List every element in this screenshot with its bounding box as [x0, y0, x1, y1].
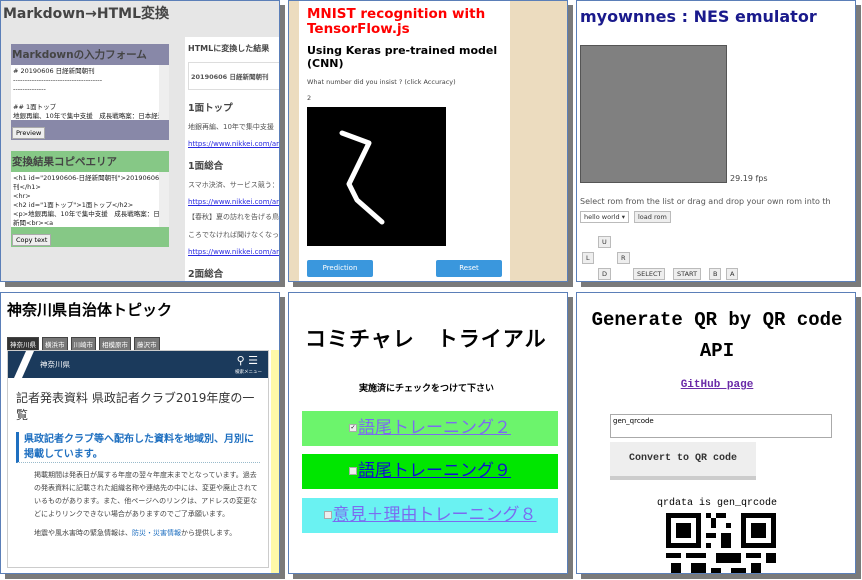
- nes-emulator-thumbnail[interactable]: myownnes : NES emulator 29.19 fps Select…: [576, 0, 856, 282]
- tab-fujisawa[interactable]: 藤沢市: [134, 337, 160, 351]
- load-rom-button[interactable]: load rom: [634, 211, 671, 223]
- municipality-tabs: 神奈川県 横浜市 川崎市 相模原市 藤沢市: [7, 337, 160, 351]
- embedded-page[interactable]: 神奈川県 ⚲ ☰ 検索メニュー 記者発表資料 県政記者クラブ2019年度の一覧 …: [7, 350, 269, 568]
- page-title: 神奈川県自治体トピック: [7, 301, 173, 319]
- page-title: Generate QR by QR code API: [591, 309, 843, 362]
- training-item: 意見＋理由トレーニング８: [302, 498, 558, 533]
- markdown-textarea[interactable]: # 20190606 日経新聞朝刊 ----------------------…: [11, 65, 169, 120]
- page-heading: 記者発表資料 県政記者クラブ2019年度の一覧: [16, 391, 255, 422]
- subtitle: Using Keras pre-trained model (CNN): [307, 44, 498, 70]
- site-name: 神奈川県: [40, 360, 70, 369]
- page-title: myownnes : NES emulator: [580, 7, 817, 26]
- b-button[interactable]: B: [709, 268, 722, 280]
- html-result-pane: HTMLに変換した結果 20190606 日経新聞朝刊 1面トップ 地銀再編、1…: [185, 37, 279, 281]
- handwritten-digit-icon: [339, 130, 385, 225]
- left-button[interactable]: L: [582, 252, 594, 264]
- section-heading: 1面トップ: [188, 103, 233, 114]
- qr-text-input[interactable]: gen_qrcode: [610, 414, 832, 438]
- tab-kawasaki[interactable]: 川崎市: [70, 337, 96, 351]
- article-text: ころでなければ聞けなくなったよう: [188, 231, 279, 239]
- answer-text: 2: [307, 94, 312, 102]
- markdown-input-form: Markdownの入力フォーム # 20190606 日経新聞朝刊 ------…: [11, 44, 169, 140]
- a-button[interactable]: A: [726, 268, 739, 280]
- menu-label: 検索メニュー: [235, 370, 262, 375]
- kanagawa-topics-thumbnail[interactable]: 神奈川県自治体トピック 神奈川県 横浜市 川崎市 相模原市 藤沢市 神奈川県 ⚲…: [0, 292, 280, 574]
- rom-select[interactable]: hello world ▾: [580, 211, 629, 223]
- article-text: スマホ決済、サービス競う：日本経: [188, 181, 279, 189]
- copy-area: 変換結果コピペエリア <h1 id="20190606-日経新聞朝刊">2019…: [11, 151, 169, 247]
- notice-text: 掲載期間は発表日が属する年度の翌々年度末までとなっています。過去の発表資料に記載…: [34, 471, 258, 518]
- mnist-thumbnail[interactable]: MNIST recognition with TensorFlow.js Usi…: [288, 0, 568, 282]
- html-output-textarea[interactable]: <h1 id="20190606-日経新聞朝刊">20190606 日経新聞朝 …: [11, 172, 169, 227]
- tab-yokohama[interactable]: 横浜市: [42, 337, 68, 351]
- convert-button[interactable]: Convert to QR code: [610, 442, 756, 480]
- training-link[interactable]: 意見＋理由トレーニング８: [333, 505, 537, 525]
- section-heading: 1面総合: [188, 161, 224, 172]
- notice-text: 地震や風水害時の緊急情報は、防災・災害情報から提供します。: [34, 527, 260, 540]
- qr-result-text: qrdata is gen_qrcode: [656, 498, 778, 509]
- fps-counter: 29.19 fps: [730, 174, 768, 183]
- down-button[interactable]: D: [598, 268, 612, 280]
- result-date: 20190606 日経新聞朝刊: [188, 62, 279, 90]
- done-checkbox[interactable]: ✓: [349, 424, 357, 432]
- up-button[interactable]: U: [598, 236, 611, 248]
- komichare-thumbnail[interactable]: コミチャレ トライアル 実施済にチェックをつけて下さい ✓ 語尾トレーニング２ 語…: [288, 292, 568, 574]
- drawing-canvas[interactable]: [307, 107, 446, 246]
- markdown-converter-thumbnail[interactable]: Markdown→HTML変換 Markdownの入力フォーム # 201906…: [0, 0, 280, 282]
- tab-sagamihara[interactable]: 相模原市: [99, 337, 131, 351]
- input-form-header: Markdownの入力フォーム: [12, 49, 147, 61]
- search-menu-icon[interactable]: ⚲ ☰: [237, 354, 258, 367]
- right-button[interactable]: R: [617, 252, 630, 264]
- instruction-text: 実施済にチェックをつけて下さい: [359, 384, 495, 394]
- done-checkbox[interactable]: [323, 511, 332, 519]
- training-item: 語尾トレーニング９: [302, 454, 558, 489]
- select-button[interactable]: SELECT: [633, 268, 666, 280]
- reset-button[interactable]: Reset: [436, 260, 502, 277]
- article-link[interactable]: https://www.nikkei.com/article: [188, 140, 279, 148]
- page-title: Markdown→HTML変換: [3, 6, 169, 22]
- prediction-button[interactable]: Prediction: [307, 260, 373, 277]
- page-title: コミチャレ トライアル: [305, 327, 547, 351]
- training-item: ✓ 語尾トレーニング２: [302, 411, 558, 446]
- training-link[interactable]: 語尾トレーニング９: [358, 461, 511, 481]
- start-button[interactable]: START: [673, 268, 702, 280]
- background-panel: [271, 350, 279, 573]
- copy-area-header: 変換結果コピペエリア: [12, 156, 117, 168]
- article-link[interactable]: https://www.nikkei.com/article: [188, 248, 279, 256]
- notice-text-part: から提供します。: [181, 529, 237, 537]
- qr-code-icon: [666, 513, 776, 573]
- instruction-text: Select rom from the list or drag and dro…: [580, 197, 831, 206]
- done-checkbox[interactable]: [349, 467, 357, 475]
- tab-kanagawa[interactable]: 神奈川県: [7, 337, 39, 351]
- article-text: 地銀再編、10年で集中支援 成長: [188, 123, 279, 131]
- copy-text-button[interactable]: Copy text: [12, 234, 52, 246]
- page-title: MNIST recognition with TensorFlow.js: [307, 6, 486, 37]
- page-subheading: 県政記者クラブ等へ配布した資料を地域別、月別に掲載しています。: [16, 432, 260, 463]
- result-header: HTMLに変換した結果: [188, 44, 270, 53]
- github-link[interactable]: GitHub page: [577, 379, 855, 391]
- training-link[interactable]: 語尾トレーニング２: [358, 418, 511, 438]
- section-heading: 2面総合: [188, 269, 224, 280]
- qr-generator-thumbnail[interactable]: Generate QR by QR code API GitHub page g…: [576, 292, 856, 574]
- question-text: What number did you insist ? (click Accu…: [307, 78, 456, 86]
- kanagawa-logo-icon: [14, 351, 34, 378]
- site-header: 神奈川県 ⚲ ☰ 検索メニュー: [8, 351, 268, 378]
- notice-text-part: 地震や風水害時の緊急情報は、: [34, 529, 132, 537]
- article-text: 【春秋】夏の訪れを告げる鳥、ホト: [188, 213, 279, 221]
- preview-button[interactable]: Preview: [12, 127, 46, 139]
- article-link[interactable]: https://www.nikkei.com/article: [188, 198, 279, 206]
- disaster-info-link[interactable]: 防災・災害情報: [132, 529, 181, 537]
- emulator-screen[interactable]: [580, 45, 727, 183]
